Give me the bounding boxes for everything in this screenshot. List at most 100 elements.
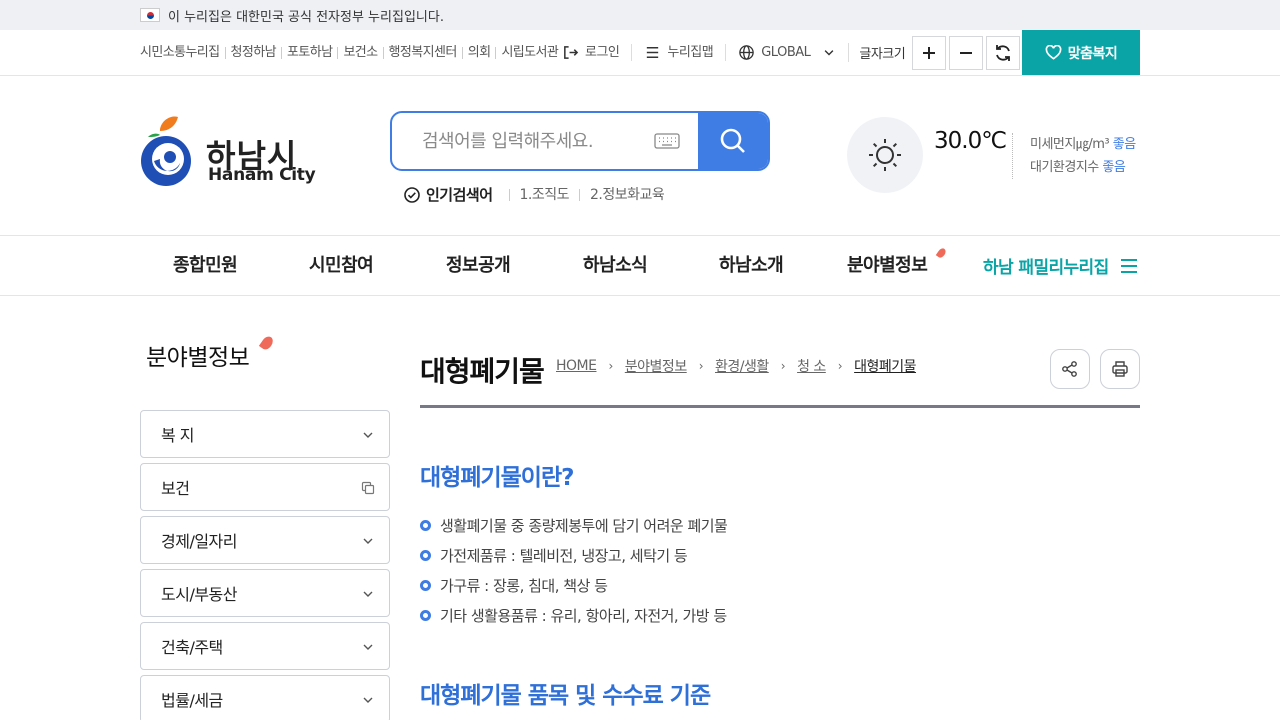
chevron-right-icon: › (608, 359, 613, 373)
site-link[interactable]: 청정하남 (224, 46, 281, 59)
side-title: 분야별정보 (146, 345, 250, 371)
heart-icon (1045, 45, 1062, 60)
chevron-down-icon (363, 697, 373, 703)
side-item-economy[interactable]: 경제/일자리 (140, 516, 390, 564)
gnb-item-field-info[interactable]: 분야별정보 (847, 236, 928, 295)
breadcrumb-item[interactable]: 환경/생활 (715, 356, 769, 376)
gnb-item-disclosure[interactable]: 정보공개 (446, 236, 511, 295)
side-item-housing[interactable]: 건축/주택 (140, 622, 390, 670)
popular-keyword[interactable]: 2.정보화교육 (579, 188, 674, 202)
print-icon (1112, 361, 1128, 377)
gnb-item-participation[interactable]: 시민참여 (309, 236, 374, 295)
login-icon (564, 46, 579, 59)
main-navigation: 종합민원 시민참여 정보공개 하남소식 하남소개 분야별정보 하남 패밀리누리집 (0, 235, 1280, 296)
bullet-icon (420, 519, 431, 531)
site-link[interactable]: 의회 (461, 46, 496, 59)
gnb-item-civil[interactable]: 종합민원 (173, 236, 238, 295)
hanam-logo[interactable]: 하남시 Hanam City (140, 115, 330, 190)
chevron-down-icon (363, 432, 373, 438)
login-link[interactable]: 로그인 (562, 44, 631, 61)
list-item: 생활폐기물 중 종량제봉투에 담기 어려운 폐기물 (420, 510, 728, 540)
plus-icon (923, 46, 936, 59)
side-item-health[interactable]: 보건 (140, 463, 390, 511)
keyboard-icon[interactable] (654, 131, 680, 151)
site-link[interactable]: 시립도서관 (495, 46, 563, 59)
check-circle-icon (404, 186, 420, 203)
definition-list: 생활폐기물 중 종량제봉투에 담기 어려운 폐기물 가전제품류 : 텔레비전, … (420, 510, 728, 630)
section-heading: 대형폐기물이란? (420, 465, 574, 491)
search-box (390, 111, 770, 171)
font-decrease-button[interactable] (949, 35, 984, 70)
side-menu: 복 지 보건 경제/일자리 도시/부동산 건축/주택 법률/세금 (140, 410, 390, 720)
bullet-icon (420, 579, 431, 591)
search-icon (720, 128, 745, 153)
side-item-law-tax[interactable]: 법률/세금 (140, 675, 390, 720)
hanam-emblem-icon (141, 116, 191, 186)
side-item-urban[interactable]: 도시/부동산 (140, 569, 390, 617)
popular-label: 인기검색어 (426, 186, 493, 204)
chevron-down-icon (363, 644, 373, 650)
global-dropdown[interactable]: GLOBAL (725, 44, 848, 61)
chevron-right-icon: › (837, 359, 843, 373)
side-item-label: 도시/부동산 (161, 585, 238, 604)
breadcrumb: HOME › 분야별정보 › 환경/생활 › 청 소 › 대형폐기물 (556, 356, 917, 376)
breadcrumb-item[interactable]: 청 소 (797, 356, 826, 376)
login-label: 로그인 (585, 44, 620, 60)
globe-icon (739, 45, 755, 60)
list-item: 가전제품류 : 텔레비전, 냉장고, 세탁기 등 (420, 540, 727, 570)
minus-icon (960, 51, 973, 54)
related-sites: 시민소통누리집 청정하남 포토하남 보건소 행정복지센터 의회 시립도서관 (140, 30, 563, 75)
site-link[interactable]: 행정복지센터 (382, 46, 462, 59)
temperature: 30.0℃ (934, 128, 1007, 154)
aqi-status: 좋음 (1102, 160, 1126, 175)
custom-welfare-button[interactable]: 맞춤복지 (1022, 30, 1140, 75)
menu-icon (647, 47, 659, 58)
refresh-icon (996, 44, 1011, 61)
search-input[interactable] (392, 113, 642, 169)
dust-status: 좋음 (1112, 137, 1136, 152)
chevron-down-icon (363, 538, 373, 544)
global-label: GLOBAL (761, 44, 811, 60)
list-item-text: 생활폐기물 중 종량제봉투에 담기 어려운 폐기물 (440, 516, 728, 535)
side-item-label: 경제/일자리 (161, 532, 238, 551)
share-icon (1062, 361, 1077, 377)
gnb-item-about[interactable]: 하남소개 (719, 236, 784, 295)
section-heading: 대형폐기물 품목 및 수수료 기준 (420, 683, 711, 709)
utility-bar: 시민소통누리집 청정하남 포토하남 보건소 행정복지센터 의회 시립도서관 로그… (0, 30, 1280, 76)
site-link[interactable]: 시민소통누리집 (140, 46, 225, 59)
search-button[interactable] (698, 113, 768, 169)
popular-keywords: 인기검색어 1.조직도 2.정보화교육 (404, 184, 674, 205)
bullet-icon (420, 549, 431, 561)
sitemap-label: 누리집맵 (667, 44, 714, 60)
popular-keyword[interactable]: 1.조직도 (508, 188, 580, 202)
gnb-item-news[interactable]: 하남소식 (583, 236, 648, 295)
breadcrumb-home[interactable]: HOME (556, 358, 597, 374)
sitemap-link[interactable]: 누리집맵 (631, 44, 725, 61)
aqi-label: 대기환경지수 (1030, 160, 1099, 175)
side-item-welfare[interactable]: 복 지 (140, 410, 390, 458)
site-link[interactable]: 보건소 (337, 46, 382, 59)
bullet-icon (420, 609, 431, 621)
breadcrumb-current[interactable]: 대형폐기물 (854, 356, 916, 376)
font-reset-button[interactable] (986, 35, 1021, 70)
title-dot-icon (258, 334, 276, 352)
family-sites-button[interactable]: 하남 패밀리누리집 (983, 236, 1137, 295)
list-item-text: 기타 생활용품류 : 유리, 항아리, 자전거, 가방 등 (440, 606, 727, 625)
logo-english: Hanam City (208, 165, 316, 185)
side-item-label: 법률/세금 (161, 691, 223, 710)
font-increase-button[interactable] (912, 35, 947, 70)
print-button[interactable] (1100, 349, 1140, 389)
family-sites-label: 하남 패밀리누리집 (983, 258, 1109, 278)
chevron-down-icon (824, 49, 834, 56)
site-link[interactable]: 포토하남 (280, 46, 337, 59)
sun-icon (869, 139, 901, 171)
side-item-label: 보건 (161, 479, 190, 498)
custom-welfare-label: 맞춤복지 (1067, 45, 1118, 62)
page-title: 대형폐기물 (420, 355, 545, 388)
korea-flag-icon (140, 8, 160, 22)
title-divider (420, 405, 1140, 408)
list-item-text: 가전제품류 : 텔레비전, 냉장고, 세탁기 등 (440, 546, 688, 565)
breadcrumb-item[interactable]: 분야별정보 (625, 356, 687, 376)
side-item-label: 복 지 (161, 426, 195, 445)
share-button[interactable] (1050, 349, 1090, 389)
